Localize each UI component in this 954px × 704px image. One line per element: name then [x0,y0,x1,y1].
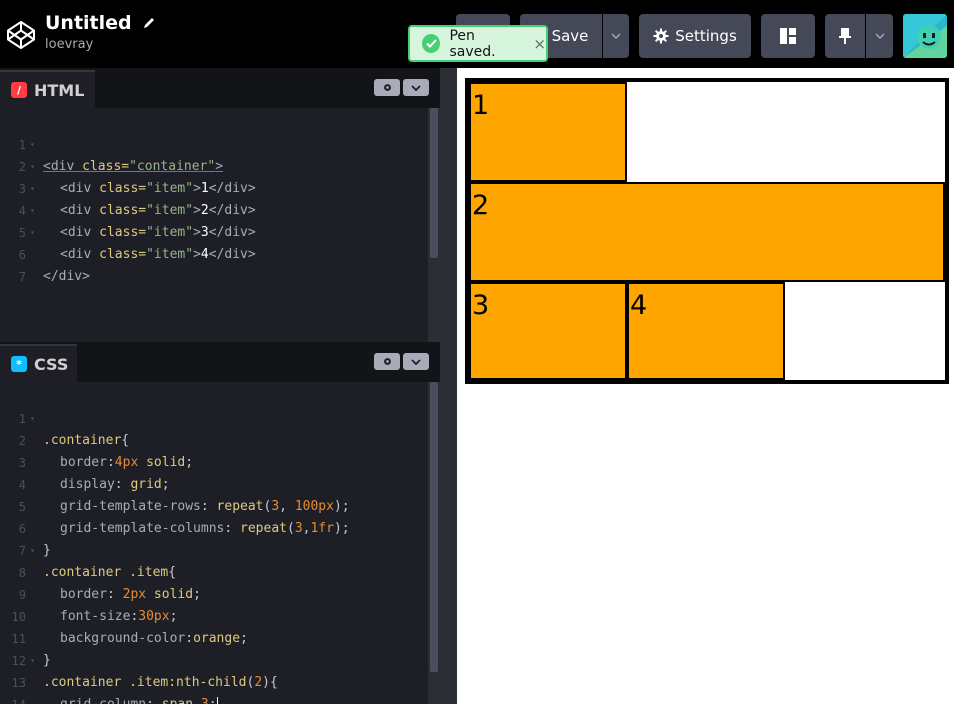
toast-message: Pen saved. [449,27,496,60]
code-line: 5 grid-template-columns: repeat(3,1fr); [18,500,350,536]
grid-item-2: 2 [469,182,945,282]
layout-icon [780,28,796,44]
html-panel-label: HTML [34,80,85,100]
code-line: 3 display: grid; [18,456,170,492]
tab-css[interactable]: * CSS [0,344,77,382]
code-line: 11 } [11,632,51,668]
avatar-icon [903,14,947,58]
code-line: 1 ▾ .container{ [18,412,130,448]
grid-item-3: 3 [469,282,627,380]
code-line: 10 background-color:orange; [11,610,248,646]
gear-icon [383,84,391,91]
chevron-down-icon [411,358,421,365]
user-avatar[interactable] [903,14,947,58]
check-circle-icon [422,34,441,53]
change-view-button[interactable] [761,14,815,58]
code-line: 6 </div> [18,248,90,284]
css-collapse-button[interactable] [403,353,429,370]
code-line: 2 ▾ <div class="item">1</div> [18,160,256,196]
save-label: Save [551,27,589,45]
chevron-down-icon [411,84,421,91]
html-code-editor[interactable]: 1 ▾ <div class="container"> 2 ▾ <div class… [0,108,440,342]
grid-container: 1 2 3 4 [465,78,949,384]
css-scrollbar[interactable] [428,382,440,704]
resize-divider[interactable] [440,68,457,704]
css-panel-header: * CSS [0,342,440,382]
code-line: 12 ▾ .container .item:nth-child(2){ [11,654,278,690]
grid-item-1: 1 [469,82,627,182]
editor-column: / HTML 1 ▾ <div class="container"> 2 ▾ <di… [0,68,440,704]
css-settings-button[interactable] [374,353,400,370]
tab-html[interactable]: / HTML [0,70,95,108]
code-line: 4 ▾ <div class="item">3</div> [18,204,256,240]
code-line: 8 border: 2px solid; [18,566,201,602]
code-line: 3 ▾ <div class="item">2</div> [18,182,256,218]
save-dropdown-button[interactable] [603,14,629,58]
pencil-edit-icon[interactable] [142,16,156,30]
css-language-icon: * [11,356,27,372]
pin-dropdown-button[interactable] [866,14,893,58]
settings-label: Settings [675,27,737,45]
pen-title[interactable]: Untitled [45,12,132,34]
code-line: 1 ▾ <div class="container"> [18,138,224,174]
html-collapse-button[interactable] [403,79,429,96]
gear-icon [383,358,391,365]
pin-button[interactable] [825,14,865,58]
grid-item-4: 4 [627,282,785,380]
code-line: 5 ▾ <div class="item">4</div> [18,226,256,262]
toast-close-icon[interactable]: × [533,35,546,53]
code-line: 6 } [18,522,51,558]
pin-icon [839,28,851,44]
code-line: 4 grid-template-rows: repeat(3, 100px); [18,478,350,514]
top-header: Untitled loevray Save Settings Pen saved… [0,0,954,68]
chevron-down-icon [874,33,885,39]
result-preview: 1 2 3 4 [457,68,954,704]
chevron-down-icon [611,33,621,39]
gear-icon [653,28,669,44]
css-code-editor[interactable]: 1 ▾ .container{ 2 border:4px solid; 3 dis… [0,382,440,704]
pen-author[interactable]: loevray [45,37,156,52]
css-panel-label: CSS [34,354,69,374]
html-scrollbar-thumb[interactable] [430,108,438,258]
html-settings-button[interactable] [374,79,400,96]
html-panel-header: / HTML [0,68,440,108]
pen-title-area: Untitled loevray [45,12,156,52]
html-scrollbar[interactable] [428,108,440,342]
code-line: 13 grid-column: span 3; [0,650,428,704]
html-language-icon: / [11,82,27,98]
code-line: 2 border:4px solid; [18,434,194,470]
pen-saved-toast: Pen saved. × [408,25,548,62]
code-line: 14 } [0,672,428,704]
codepen-logo-icon[interactable] [5,19,37,51]
code-line: 7 ▾ .container .item{ [18,544,177,580]
code-line: 7 [18,270,26,284]
settings-button[interactable]: Settings [639,14,751,58]
css-scrollbar-thumb[interactable] [430,382,438,672]
code-line: 9 font-size:30px; [18,588,178,624]
text-cursor [216,696,218,704]
